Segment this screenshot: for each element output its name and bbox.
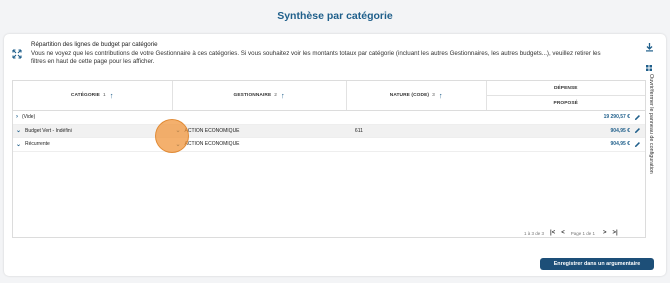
table-empty-area (13, 152, 645, 237)
column-label: NATURE (CODE) (389, 93, 430, 98)
row-nature: 611 (354, 127, 363, 134)
sort-order: 2 (274, 93, 278, 98)
expand-icon[interactable] (12, 49, 22, 59)
column-header-gestionnaire[interactable]: GESTIONNAIRE 2 ↑ (173, 81, 347, 110)
edit-pencil-icon[interactable] (634, 141, 641, 148)
column-label: CATÉGORIE (70, 93, 100, 98)
row-amount: 19 290,57 € (603, 114, 630, 121)
page-title: Synthèse par catégorie (277, 10, 393, 22)
sort-up-icon[interactable]: ↑ (110, 91, 114, 100)
config-panel-label: Ouvrir/fermer le panneau de configuratio… (648, 74, 654, 174)
grid-icon (646, 65, 652, 71)
sort-order: 1 (102, 93, 106, 98)
sort-order: 3 (432, 93, 435, 98)
column-header-categorie[interactable]: CATÉGORIE 1 ↑ (13, 81, 173, 110)
row-amount: 904,95 € (610, 141, 630, 148)
intro-text: Répartition des lignes de budget par cat… (31, 41, 631, 67)
intro-line-2: filtres en haut de cette page pour les a… (31, 58, 155, 66)
depense-propose-label[interactable]: PROPOSÉ (487, 96, 646, 110)
config-panel-toggle[interactable]: Ouvrir/fermer le panneau de configuratio… (644, 62, 654, 222)
pagination-range: 1 à 3 de 3 (524, 230, 545, 236)
sort-up-icon[interactable]: ↑ (281, 91, 285, 100)
last-page-button[interactable]: >| (613, 230, 618, 236)
table-row[interactable]: ⌄ Récurrente ⌄ ACTION ECONOMIQUE 904,95 … (13, 138, 645, 152)
chevron-down-icon[interactable]: ⌄ (16, 141, 21, 148)
pagination-page-label: Page 1 de 1 (570, 230, 596, 236)
intro-heading: Répartition des lignes de budget par cat… (31, 41, 158, 48)
table-row[interactable]: ⌄ Budget Vert - Indéfini ⌄ ACTION ECONOM… (13, 124, 645, 138)
category-summary-card: Répartition des lignes de budget par cat… (4, 34, 666, 276)
table-row[interactable]: › (Vide) 19 290,57 € (13, 111, 645, 125)
column-header-depense: DÉPENSE PROPOSÉ (486, 81, 646, 110)
edit-pencil-icon[interactable] (634, 114, 641, 121)
column-header-nature[interactable]: NATURE (CODE) 3 ↑ (347, 81, 487, 110)
next-page-button[interactable]: > (603, 230, 607, 236)
row-gestionnaire: ACTION ECONOMIQUE (184, 141, 240, 148)
sort-up-icon[interactable]: ↑ (439, 91, 443, 100)
chevron-down-icon[interactable]: ⌄ (16, 127, 21, 134)
first-page-button[interactable]: |< (550, 230, 555, 236)
row-amount: 904,95 € (610, 127, 630, 134)
table-header: CATÉGORIE 1 ↑ GESTIONNAIRE 2 ↑ NATURE (C… (13, 81, 646, 111)
row-categorie: Budget Vert - Indéfini (25, 127, 72, 134)
prev-page-button[interactable]: < (561, 230, 565, 236)
intro-line-1: Vous ne voyez que les contributions de v… (31, 49, 601, 57)
chevron-right-icon[interactable]: › (16, 114, 18, 120)
column-label: GESTIONNAIRE (233, 93, 272, 98)
row-gestionnaire: ACTION ECONOMIQUE (184, 127, 240, 134)
pagination: 1 à 3 de 3 |< < Page 1 de 1 > >| (524, 230, 624, 236)
cursor-highlight (155, 119, 189, 153)
row-categorie: Récurrente (25, 141, 50, 148)
save-to-argumentaire-button[interactable]: Enregistrer dans un argumentaire (540, 258, 654, 270)
category-table: CATÉGORIE 1 ↑ GESTIONNAIRE 2 ↑ NATURE (C… (12, 80, 646, 238)
edit-pencil-icon[interactable] (634, 127, 641, 134)
depense-group-label: DÉPENSE (486, 81, 646, 96)
download-icon[interactable] (645, 42, 654, 52)
row-categorie: (Vide) (22, 114, 36, 121)
